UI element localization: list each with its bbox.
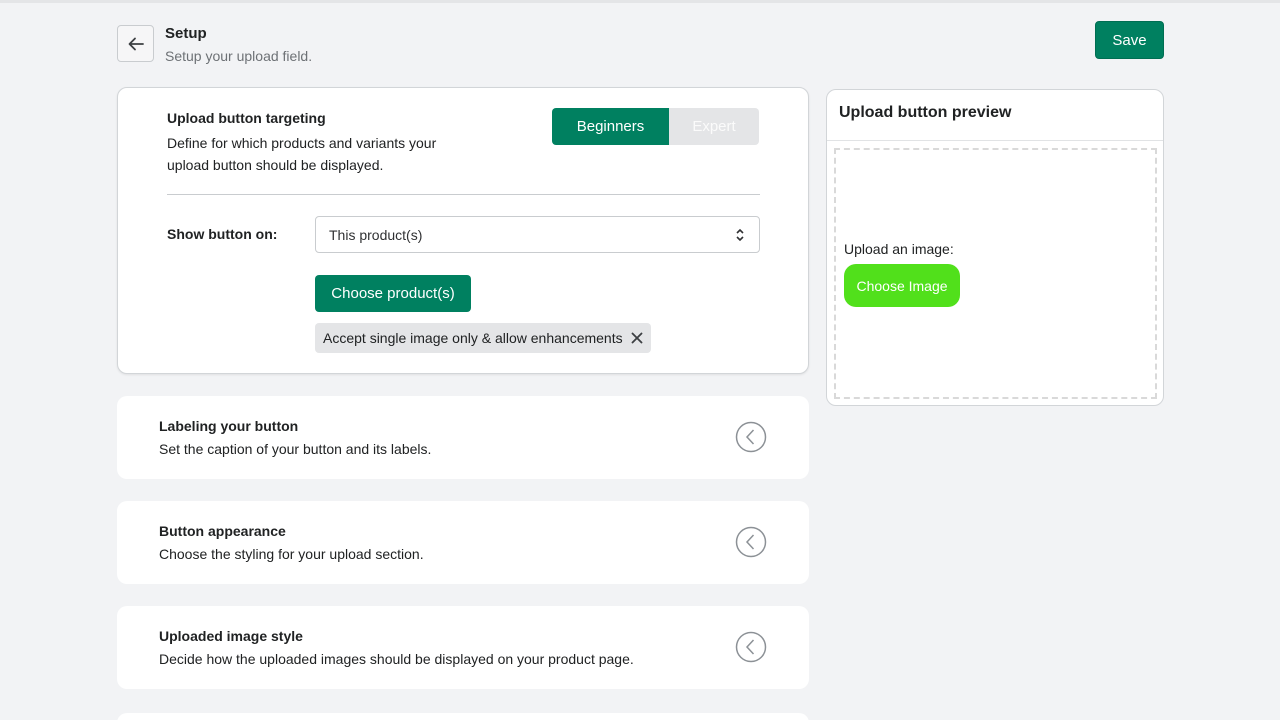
arrow-left-icon <box>128 37 144 50</box>
select-arrows-icon <box>736 228 744 242</box>
section-title: Button appearance <box>159 523 286 539</box>
chevron-left-circle-icon[interactable] <box>735 631 767 663</box>
chevron-left-circle-icon[interactable] <box>735 421 767 453</box>
targeting-card: Upload button targeting Define for which… <box>117 87 809 374</box>
save-button[interactable]: Save <box>1095 21 1164 59</box>
upload-label: Upload an image: <box>844 241 954 257</box>
expert-toggle-button[interactable]: Expert <box>669 108 759 145</box>
choose-image-button[interactable]: Choose Image <box>844 264 960 307</box>
show-button-select[interactable]: This product(s) <box>315 216 760 253</box>
section-description: Decide how the uploaded images should be… <box>159 651 634 667</box>
preview-area: Upload an image: Choose Image <box>834 148 1157 399</box>
product-tag: Accept single image only & allow enhance… <box>315 323 651 353</box>
back-button[interactable] <box>117 25 154 62</box>
page-header: Setup Setup your upload field. <box>165 25 312 65</box>
chevron-left-circle-icon[interactable] <box>735 526 767 558</box>
tag-label: Accept single image only & allow enhance… <box>323 330 623 346</box>
select-value: This product(s) <box>329 226 423 243</box>
section-labeling[interactable]: Labeling your button Set the caption of … <box>117 396 809 479</box>
page-title: Setup <box>165 25 207 42</box>
section-image-style[interactable]: Uploaded image style Decide how the uplo… <box>117 606 809 689</box>
mode-toggle: Beginners Expert <box>552 108 759 145</box>
section-title: Labeling your button <box>159 418 299 434</box>
section-title: Uploaded image style <box>159 628 303 644</box>
choose-products-button[interactable]: Choose product(s) <box>315 275 471 312</box>
section-description: Set the caption of your button and its l… <box>159 441 432 457</box>
targeting-title: Upload button targeting <box>167 110 326 126</box>
divider <box>167 194 760 195</box>
beginners-toggle-button[interactable]: Beginners <box>552 108 669 145</box>
page-subtitle: Setup your upload field. <box>165 48 313 64</box>
preview-card: Upload button preview Upload an image: C… <box>826 89 1164 406</box>
preview-title: Upload button preview <box>827 90 1163 141</box>
targeting-description: Define for which products and variants y… <box>167 135 437 173</box>
section-partial <box>117 713 809 720</box>
show-button-label: Show button on: <box>167 226 278 242</box>
section-appearance[interactable]: Button appearance Choose the styling for… <box>117 501 809 584</box>
close-icon[interactable] <box>631 332 643 344</box>
section-description: Choose the styling for your upload secti… <box>159 546 424 562</box>
